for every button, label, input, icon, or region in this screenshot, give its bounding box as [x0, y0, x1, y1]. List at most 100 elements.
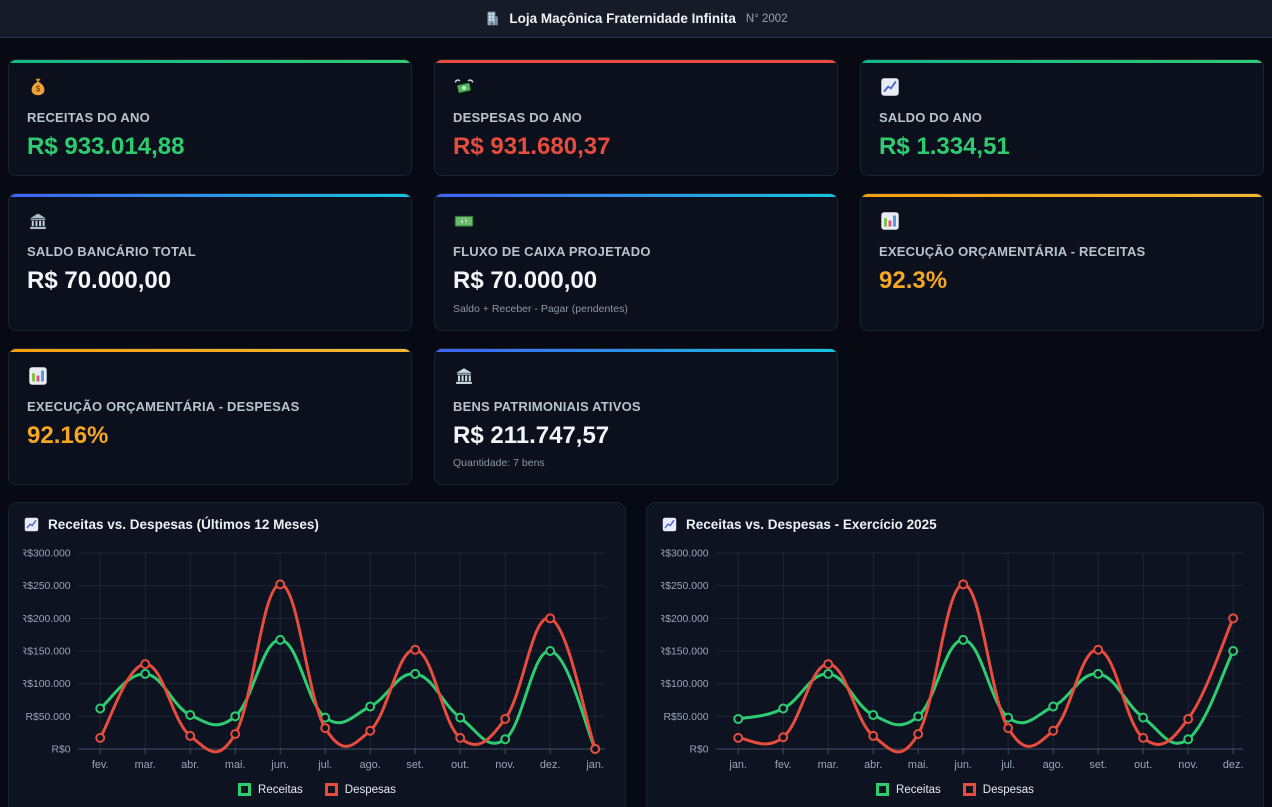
- chart-legend: Receitas Despesas: [23, 783, 611, 796]
- svg-text:out.: out.: [1134, 759, 1152, 771]
- chart-canvas[interactable]: R$0 R$50.000 R$100.000 R$150.000 R$200.000 R$…: [661, 543, 1249, 777]
- legend-swatch: [238, 783, 251, 796]
- money-with-wings-icon: [453, 76, 475, 98]
- chart-title-row: Receitas vs. Despesas - Exercício 2025: [661, 516, 1249, 533]
- card-value: R$ 70.000,00: [453, 268, 819, 294]
- card-label: SALDO DO ANO: [879, 110, 1245, 125]
- legend-swatch: [963, 783, 976, 796]
- svg-text:nov.: nov.: [1178, 759, 1198, 771]
- chart-legend: Receitas Despesas: [661, 783, 1249, 796]
- legend-item-despesas[interactable]: Despesas: [963, 783, 1034, 796]
- bar-chart-icon: [879, 210, 901, 232]
- legend-item-receitas[interactable]: Receitas: [238, 783, 303, 796]
- card-label: EXECUÇÃO ORÇAMENTÁRIA - DESPESAS: [27, 399, 393, 414]
- bar-chart-icon: [27, 365, 49, 387]
- svg-text:R$150.000: R$150.000: [661, 647, 709, 658]
- svg-text:R$150.000: R$150.000: [23, 647, 71, 658]
- card-label: EXECUÇÃO ORÇAMENTÁRIA - RECEITAS: [879, 244, 1245, 259]
- card-value: 92.3%: [879, 268, 1245, 294]
- card-accent: [435, 194, 837, 197]
- svg-text:jul.: jul.: [317, 759, 332, 771]
- card-label: BENS PATRIMONIAIS ATIVOS: [453, 399, 819, 414]
- money-bag-icon: $: [27, 76, 49, 98]
- card-accent: [861, 60, 1263, 63]
- kpi-card-saldo-bancario-total: SALDO BANCÁRIO TOTAL R$ 70.000,00: [8, 193, 412, 330]
- legend-label: Despesas: [983, 784, 1034, 796]
- svg-text:jun.: jun.: [953, 759, 972, 771]
- svg-text:R$250.000: R$250.000: [23, 581, 71, 592]
- svg-text:jan.: jan.: [728, 759, 747, 771]
- chart-title: Receitas vs. Despesas (Últimos 12 Meses): [48, 517, 319, 532]
- chart-title: Receitas vs. Despesas - Exercício 2025: [686, 517, 937, 532]
- svg-text:abr.: abr.: [181, 759, 199, 771]
- dollar-banknote-icon: $: [453, 210, 475, 232]
- card-accent: [9, 60, 411, 63]
- chart-increasing-icon: [661, 516, 678, 533]
- kpi-card-despesas-do-ano: DESPESAS DO ANO R$ 931.680,37: [434, 59, 838, 176]
- svg-text:R$100.000: R$100.000: [661, 679, 709, 690]
- svg-text:abr.: abr.: [864, 759, 882, 771]
- chart-card-ultimos-12-meses: Receitas vs. Despesas (Últimos 12 Meses)…: [8, 502, 626, 807]
- svg-text:nov.: nov.: [495, 759, 515, 771]
- card-label: FLUXO DE CAIXA PROJETADO: [453, 244, 819, 259]
- card-value: R$ 931.680,37: [453, 134, 819, 160]
- card-value: R$ 211.747,57: [453, 423, 819, 449]
- legend-swatch: [876, 783, 889, 796]
- svg-text:R$300.000: R$300.000: [661, 549, 709, 560]
- svg-text:dez.: dez.: [1223, 759, 1244, 771]
- svg-text:R$200.000: R$200.000: [23, 614, 71, 625]
- svg-text:R$0: R$0: [51, 745, 70, 756]
- kpi-card-saldo-do-ano: SALDO DO ANO R$ 1.334,51: [860, 59, 1264, 176]
- card-label: RECEITAS DO ANO: [27, 110, 393, 125]
- svg-text:R$0: R$0: [689, 745, 708, 756]
- card-value: R$ 1.334,51: [879, 134, 1245, 160]
- svg-text:ago.: ago.: [1043, 759, 1064, 771]
- legend-label: Receitas: [896, 784, 941, 796]
- svg-text:jan.: jan.: [585, 759, 604, 771]
- card-accent: [435, 60, 837, 63]
- office-building-icon: [484, 10, 501, 27]
- svg-text:fev.: fev.: [92, 759, 109, 771]
- svg-text:R$100.000: R$100.000: [23, 679, 71, 690]
- lodge-number: N° 2002: [746, 13, 788, 25]
- legend-label: Receitas: [258, 784, 303, 796]
- svg-text:dez.: dez.: [540, 759, 561, 771]
- card-subtitle: Quantidade: 7 bens: [453, 457, 819, 469]
- card-subtitle: Saldo + Receber - Pagar (pendentes): [453, 303, 819, 315]
- legend-label: Despesas: [345, 784, 396, 796]
- kpi-card-bens-patrimoniais: BENS PATRIMONIAIS ATIVOS R$ 211.747,57 Q…: [434, 348, 838, 485]
- kpi-grid: $ RECEITAS DO ANO R$ 933.014,88 DESPESAS…: [0, 38, 1272, 485]
- svg-text:jul.: jul.: [1000, 759, 1015, 771]
- app-header: Loja Maçônica Fraternidade Infinita N° 2…: [0, 0, 1272, 38]
- card-label: SALDO BANCÁRIO TOTAL: [27, 244, 393, 259]
- svg-text:R$50.000: R$50.000: [25, 712, 70, 723]
- svg-text:fev.: fev.: [775, 759, 792, 771]
- svg-text:ago.: ago.: [360, 759, 381, 771]
- svg-text:R$50.000: R$50.000: [663, 712, 708, 723]
- svg-text:out.: out.: [451, 759, 469, 771]
- kpi-card-receitas-do-ano: $ RECEITAS DO ANO R$ 933.014,88: [8, 59, 412, 176]
- svg-text:mar.: mar.: [135, 759, 156, 771]
- card-label: DESPESAS DO ANO: [453, 110, 819, 125]
- card-value: 92.16%: [27, 423, 393, 449]
- svg-text:R$300.000: R$300.000: [23, 549, 71, 560]
- svg-text:R$200.000: R$200.000: [661, 614, 709, 625]
- svg-text:set.: set.: [406, 759, 424, 771]
- svg-text:mai.: mai.: [225, 759, 246, 771]
- classical-building-icon: [453, 365, 475, 387]
- chart-canvas[interactable]: R$0 R$50.000 R$100.000 R$150.000 R$200.000 R$…: [23, 543, 611, 777]
- svg-text:R$250.000: R$250.000: [661, 581, 709, 592]
- chart-increasing-icon: [23, 516, 40, 533]
- svg-text:jun.: jun.: [270, 759, 289, 771]
- card-accent: [9, 349, 411, 352]
- app-title: Loja Maçônica Fraternidade Infinita: [509, 11, 736, 26]
- bank-icon: [27, 210, 49, 232]
- svg-text:mar.: mar.: [818, 759, 839, 771]
- card-accent: [435, 349, 837, 352]
- card-accent: [9, 194, 411, 197]
- legend-item-despesas[interactable]: Despesas: [325, 783, 396, 796]
- chart-card-exercicio-2025: Receitas vs. Despesas - Exercício 2025 R…: [646, 502, 1264, 807]
- legend-swatch: [325, 783, 338, 796]
- legend-item-receitas[interactable]: Receitas: [876, 783, 941, 796]
- svg-text:mai.: mai.: [908, 759, 929, 771]
